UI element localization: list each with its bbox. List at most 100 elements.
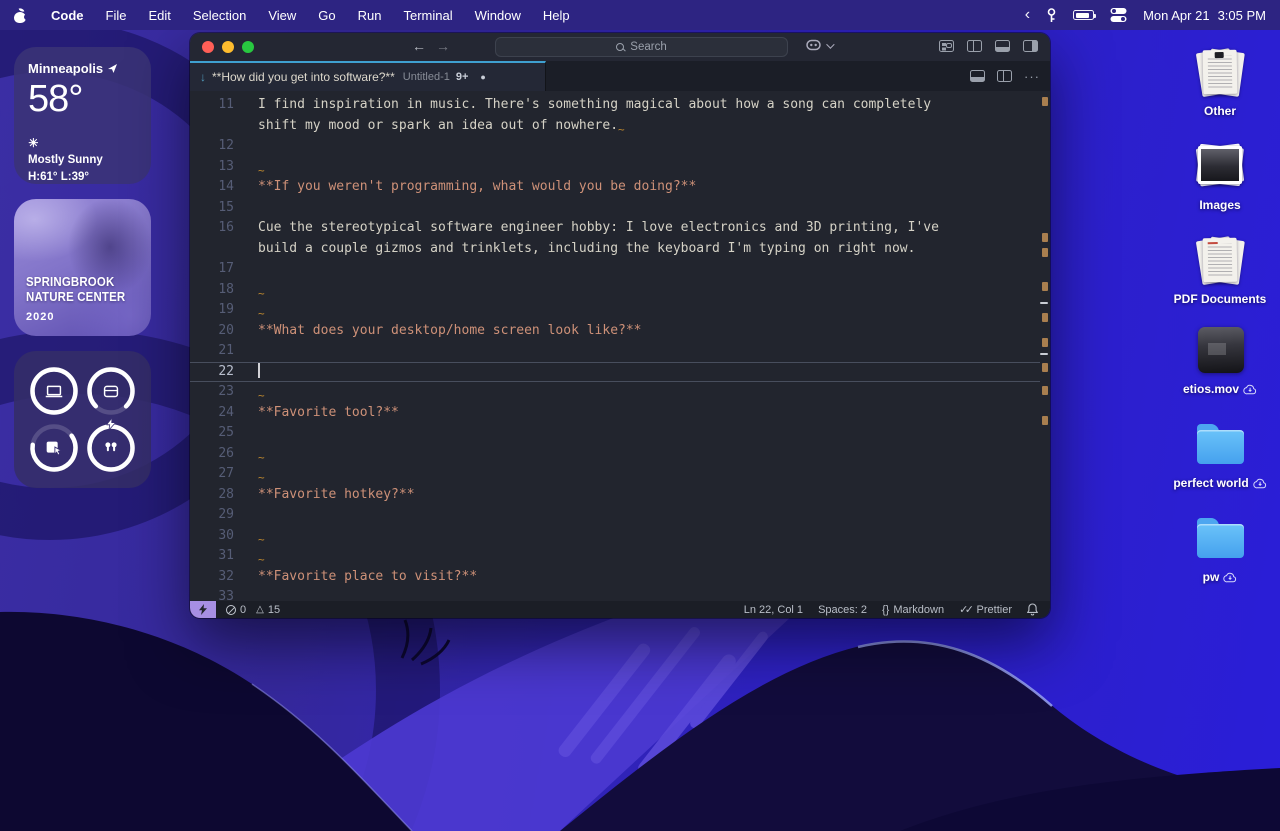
battery-ring-airpods[interactable] <box>85 422 137 474</box>
key-icon[interactable] <box>1046 8 1057 23</box>
search-input[interactable]: Search <box>495 37 788 57</box>
chevron-left-icon[interactable]: ‹ <box>1025 7 1030 23</box>
line-text: Cue the stereotypical software engineer … <box>234 218 939 239</box>
menu-item-view[interactable]: View <box>268 8 296 23</box>
desktop-icon-other[interactable]: Other <box>1160 46 1280 118</box>
menu-bar: Code File Edit Selection View Go Run Terminal W… <box>0 0 1280 30</box>
editor-line[interactable]: 18 ~ <box>190 280 1040 301</box>
icloud-download-icon <box>1243 384 1257 395</box>
editor-line[interactable]: 12 <box>190 136 1040 157</box>
overview-ruler[interactable] <box>1040 91 1048 601</box>
editor-line[interactable]: shift my mood or spark an idea out of no… <box>190 116 1040 137</box>
apple-menu-icon[interactable] <box>14 8 27 23</box>
line-text: ~ <box>234 546 265 567</box>
copilot-icon <box>805 38 822 53</box>
editor-line[interactable]: 24 **Favorite tool?** <box>190 403 1040 424</box>
battery-ring-airpods-case[interactable] <box>85 365 137 417</box>
editor-line[interactable]: 16 Cue the stereotypical software engine… <box>190 218 1040 239</box>
desktop-icon-etios-mov[interactable]: etios.mov <box>1160 324 1280 396</box>
desktop-icon-label: Other <box>1204 104 1236 118</box>
close-button[interactable] <box>202 41 214 53</box>
editor-line[interactable]: 30 ~ <box>190 526 1040 547</box>
weather-widget[interactable]: Minneapolis 58° ☀ Mostly Sunny H:61° L:3… <box>14 47 151 184</box>
editor-line[interactable]: 17 <box>190 259 1040 280</box>
editor-line[interactable]: 23 ~ <box>190 382 1040 403</box>
menu-item-go[interactable]: Go <box>318 8 335 23</box>
battery-ring-trackpad[interactable] <box>28 422 80 474</box>
menu-item-help[interactable]: Help <box>543 8 570 23</box>
menu-item-window[interactable]: Window <box>475 8 521 23</box>
toggle-primary-sidebar-icon[interactable] <box>967 40 982 52</box>
line-number: 14 <box>190 177 234 198</box>
desktop-icon-label: Images <box>1199 198 1240 212</box>
desktop-icon-pdf-documents[interactable]: PDF Documents <box>1160 234 1280 306</box>
sun-icon: ☀ <box>28 135 137 152</box>
editor-line[interactable]: 29 <box>190 505 1040 526</box>
back-button[interactable]: ← <box>412 38 426 54</box>
editor-line[interactable]: 28 **Favorite hotkey?** <box>190 485 1040 506</box>
editor-line[interactable]: 25 <box>190 423 1040 444</box>
editor-line[interactable]: 32 **Favorite place to visit?** <box>190 567 1040 588</box>
split-editor-icon[interactable] <box>997 70 1012 82</box>
tab-label: **How did you get into software?** <box>212 70 395 84</box>
editor-line[interactable]: 26 ~ <box>190 444 1040 465</box>
formatter[interactable]: ✓✓ Prettier <box>959 603 1012 616</box>
desktop-icon-perfect-world[interactable]: perfect world <box>1160 418 1280 490</box>
forward-button[interactable]: → <box>436 38 450 54</box>
tab-untitled-1[interactable]: ↓ **How did you get into software?** Unt… <box>190 61 546 91</box>
editor-line[interactable]: 14 **If you weren't programming, what wo… <box>190 177 1040 198</box>
cursor-position[interactable]: Ln 22, Col 1 <box>744 604 803 616</box>
indentation[interactable]: Spaces: 2 <box>818 604 867 616</box>
customize-layout-icon[interactable] <box>939 40 954 52</box>
toggle-panel-icon[interactable] <box>995 40 1010 52</box>
desktop-icon-images[interactable]: Images <box>1160 140 1280 212</box>
editor-line[interactable]: 13 ~ <box>190 157 1040 178</box>
more-actions-icon[interactable]: ··· <box>1024 69 1040 84</box>
minimize-button[interactable] <box>222 41 234 53</box>
batteries-widget[interactable] <box>14 351 151 488</box>
menu-clock[interactable]: Mon Apr 21 3:05 PM <box>1143 8 1266 23</box>
line-number <box>190 116 234 137</box>
remote-indicator[interactable] <box>190 601 216 618</box>
editor-line[interactable]: 21 <box>190 341 1040 362</box>
menu-item-app[interactable]: Code <box>51 8 84 23</box>
notifications-bell-icon[interactable] <box>1027 603 1038 616</box>
zoom-button[interactable] <box>242 41 254 53</box>
menu-items: File Edit Selection View Go Run Terminal Window… <box>106 8 570 23</box>
battery-ring-macbook[interactable] <box>28 365 80 417</box>
problems-errors[interactable]: 0 <box>226 604 246 616</box>
menu-item-run[interactable]: Run <box>358 8 382 23</box>
line-number: 21 <box>190 341 234 362</box>
editor-line[interactable]: 33 <box>190 587 1040 601</box>
line-text <box>234 362 260 383</box>
editor-line[interactable]: 31 ~ <box>190 546 1040 567</box>
editor-line[interactable]: 27 ~ <box>190 464 1040 485</box>
line-number <box>190 239 234 260</box>
menu-item-edit[interactable]: Edit <box>148 8 170 23</box>
problems-warnings[interactable]: △ 15 <box>256 604 280 616</box>
line-number: 16 <box>190 218 234 239</box>
menu-item-terminal[interactable]: Terminal <box>404 8 453 23</box>
editor-line[interactable]: 19 ~ <box>190 300 1040 321</box>
toggle-secondary-sidebar-icon[interactable] <box>1023 40 1038 52</box>
language-mode[interactable]: {} Markdown <box>882 604 944 616</box>
line-text <box>234 505 258 526</box>
search-placeholder: Search <box>630 41 666 53</box>
menu-item-file[interactable]: File <box>106 8 127 23</box>
battery-icon[interactable] <box>1073 10 1094 20</box>
open-changes-icon[interactable] <box>970 70 985 82</box>
editor-line[interactable]: 20 **What does your desktop/home screen … <box>190 321 1040 342</box>
menu-item-selection[interactable]: Selection <box>193 8 246 23</box>
editor-line[interactable]: 15 <box>190 198 1040 219</box>
editor-line[interactable]: 11 I find inspiration in music. There's … <box>190 95 1040 116</box>
editor-line[interactable]: build a couple gizmos and trinklets, inc… <box>190 239 1040 260</box>
editor-line[interactable]: 22 <box>190 362 1040 383</box>
copilot-menu[interactable] <box>805 38 832 53</box>
vscode-titlebar[interactable]: ← → Search <box>190 33 1050 61</box>
control-center-icon[interactable] <box>1110 7 1127 23</box>
photos-widget[interactable]: SPRINGBROOK NATURE CENTER 2020 <box>14 199 151 336</box>
video-stack-icon <box>1192 324 1248 378</box>
line-number: 26 <box>190 444 234 465</box>
desktop-icon-pw[interactable]: pw <box>1160 512 1280 584</box>
editor-pane[interactable]: 11 I find inspiration in music. There's … <box>190 91 1050 601</box>
